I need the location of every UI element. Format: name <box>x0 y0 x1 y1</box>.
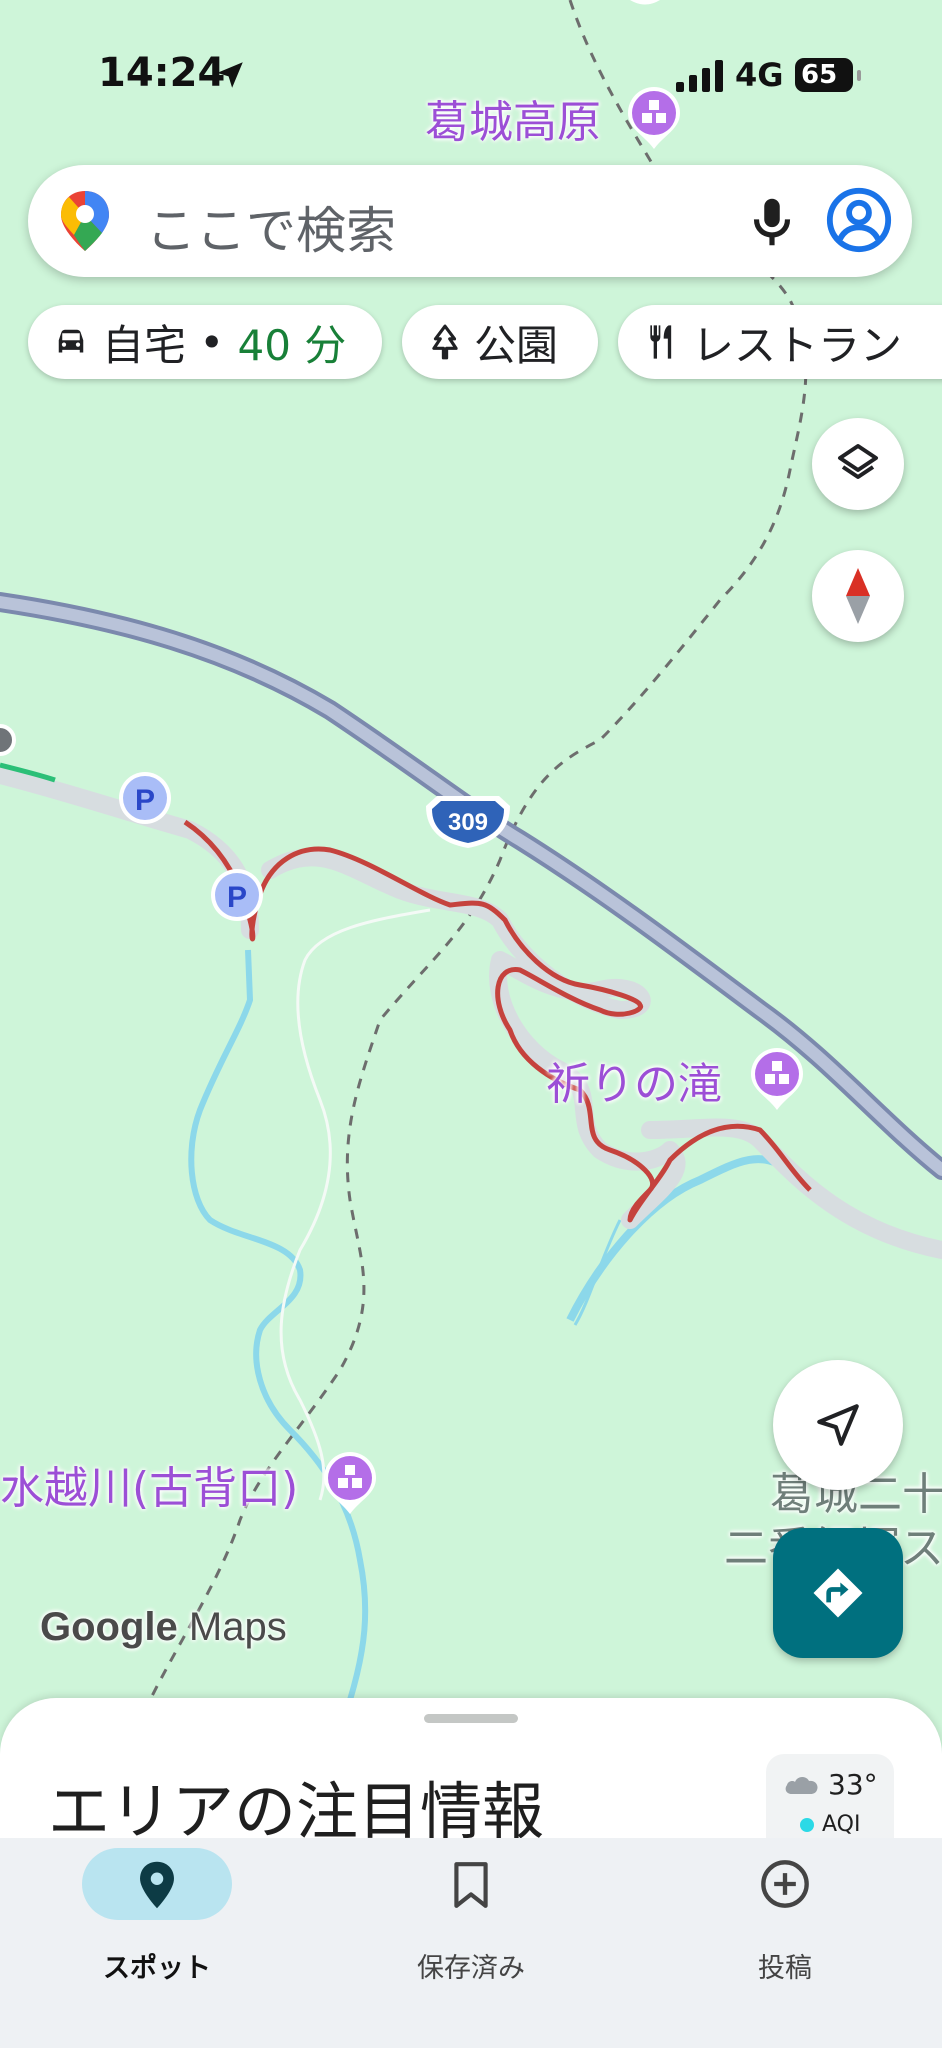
chip-home-sep: • <box>186 317 238 367</box>
svg-text:P: P <box>135 784 155 817</box>
chip-restaurants[interactable]: レストラン <box>618 305 942 379</box>
place-label-inori-falls[interactable]: 祈りの滝 <box>546 1048 722 1112</box>
chip-home-label: 自宅 <box>102 320 187 370</box>
status-bar: 14:24 4G 65 <box>0 0 942 150</box>
weather-temp: 33° <box>828 1768 878 1801</box>
chip-restaurants-label: レストラン <box>692 320 903 370</box>
status-time: 14:24 <box>98 50 226 96</box>
nav-explore[interactable]: スポット <box>0 1838 314 2048</box>
aqi-label: AQI <box>822 1812 861 1837</box>
nav-contribute-label: 投稿 <box>758 1953 812 1984</box>
layers-icon <box>838 444 878 479</box>
nav-contribute[interactable]: 投稿 <box>628 1838 942 2048</box>
place-label-mizukoshi[interactable]: 水越川(古背口) <box>0 1452 298 1516</box>
network-type: 4G <box>735 56 784 94</box>
parking-marker: P <box>211 869 263 921</box>
logo-google: Google <box>40 1605 178 1649</box>
svg-text:309: 309 <box>448 809 488 836</box>
tree-icon <box>432 324 458 360</box>
navigation-arrow-icon <box>817 1404 859 1446</box>
nav-saved-label: 保存済み <box>417 1953 525 1984</box>
chip-parks-label: 公園 <box>474 320 559 370</box>
add-circle-icon <box>761 1860 809 1908</box>
chip-parks[interactable]: 公園 <box>402 305 598 379</box>
compass-icon <box>846 568 870 624</box>
svg-text:P: P <box>227 881 247 914</box>
nav-saved[interactable]: 保存済み <box>314 1838 628 2048</box>
search-input[interactable]: ここで検索 <box>146 191 396 263</box>
my-location-button[interactable] <box>773 1360 903 1490</box>
edge-marker <box>0 724 16 756</box>
layers-button[interactable] <box>812 418 904 510</box>
chip-home-eta[interactable]: 自宅 • 40 分 <box>28 305 382 379</box>
search-bar[interactable]: ここで検索 <box>28 165 912 277</box>
logo-maps: Maps <box>188 1605 287 1649</box>
signal-bars-icon <box>676 60 723 92</box>
parking-marker: P <box>119 772 171 824</box>
battery-indicator: 65 <box>795 58 861 92</box>
directions-button[interactable] <box>773 1528 903 1658</box>
car-icon <box>58 329 84 353</box>
mic-icon[interactable] <box>741 191 803 253</box>
account-icon[interactable] <box>824 185 894 255</box>
location-pin-icon <box>140 1861 174 1909</box>
maps-pin-logo-icon <box>61 191 109 251</box>
sheet-drag-handle[interactable] <box>424 1714 518 1723</box>
chip-home-eta-value: 40 分 <box>237 320 347 370</box>
aqi-dot <box>800 1818 814 1832</box>
bookmark-icon <box>454 1862 488 1908</box>
compass-button[interactable] <box>812 550 904 642</box>
cloud-icon <box>785 1776 818 1794</box>
nav-explore-label: スポット <box>103 1953 211 1984</box>
fork-knife-icon <box>650 325 672 359</box>
directions-icon <box>813 1568 863 1618</box>
location-arrow-icon <box>217 62 243 88</box>
bottom-nav: スポット 保存済み 投稿 <box>0 1838 942 2048</box>
google-maps-logo: Google Maps <box>40 1605 287 1650</box>
